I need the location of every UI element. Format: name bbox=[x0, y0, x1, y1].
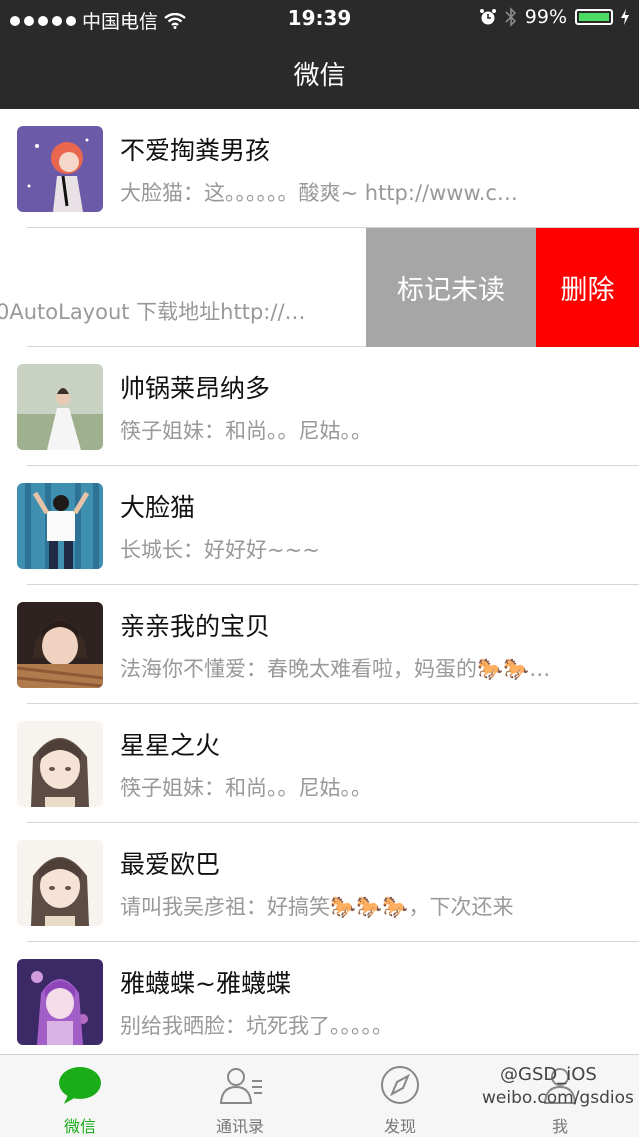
status-bar: 中国电信 19:39 99% bbox=[0, 0, 639, 38]
delete-button[interactable]: 删除 bbox=[536, 228, 639, 347]
chat-title: 最爱欧巴 bbox=[120, 850, 221, 879]
chat-title: 不爱掏粪男孩 bbox=[120, 136, 271, 165]
tab-label: 发现 bbox=[383, 1117, 416, 1136]
tab-label: 我 bbox=[551, 1117, 568, 1136]
avatar bbox=[17, 364, 103, 450]
chat-preview: 法海你不懂爱：春晚太难看啦，妈蛋的🐎🐎… bbox=[120, 657, 551, 681]
watermark-url: weibo.com/gsdios bbox=[482, 1088, 634, 1108]
chat-row[interactable]: 帅锅莱昂纳多 筷子姐妹：和尚。。尼姑。。 bbox=[0, 347, 639, 466]
chat-row[interactable]: 大脸猫 长城长：好好好~~~ bbox=[0, 466, 639, 585]
chat-preview: 筷子姐妹：和尚。。尼姑。。 bbox=[120, 776, 372, 800]
chat-preview: 大脸猫：这。。。。。。酸爽~ http://www.c… bbox=[120, 181, 518, 205]
watermark-handle: @GSD_iOS bbox=[500, 1064, 597, 1085]
charging-bolt-icon bbox=[621, 9, 629, 25]
alarm-clock-icon bbox=[479, 9, 496, 25]
compass-icon bbox=[381, 1066, 419, 1104]
chat-row-swiped[interactable]: 0AutoLayout 下载地址http://… 标记未读 删除 bbox=[0, 228, 639, 347]
chat-preview: 长城长：好好好~~~ bbox=[120, 538, 320, 562]
bluetooth-icon bbox=[505, 7, 516, 27]
chat-list[interactable]: 不爱掏粪男孩 大脸猫：这。。。。。。酸爽~ http://www.c… 0Aut… bbox=[0, 109, 639, 1054]
chat-row[interactable]: 星星之火 筷子姐妹：和尚。。尼姑。。 bbox=[0, 704, 639, 823]
avatar bbox=[17, 483, 103, 569]
avatar bbox=[17, 959, 103, 1045]
chat-title: 大脸猫 bbox=[120, 493, 196, 522]
chat-row[interactable]: 最爱欧巴 请叫我吴彦祖：好搞笑🐎🐎🐎，下次还来 bbox=[0, 823, 639, 942]
chat-title: 帅锅莱昂纳多 bbox=[120, 374, 271, 403]
tab-label: 微信 bbox=[63, 1117, 96, 1136]
chat-title: 雅蠛蝶~雅蠛蝶 bbox=[120, 969, 291, 998]
navigation-bar: 微信 bbox=[0, 38, 639, 109]
chat-bubble-icon bbox=[59, 1067, 101, 1104]
battery-icon bbox=[575, 9, 613, 25]
avatar bbox=[17, 126, 103, 212]
status-right: 99% bbox=[479, 6, 629, 28]
avatar bbox=[17, 721, 103, 807]
chat-preview: 筷子姐妹：和尚。。尼姑。。 bbox=[120, 419, 372, 443]
tab-discover[interactable]: 发现 bbox=[340, 1055, 460, 1137]
chat-preview: 0AutoLayout 下载地址http://… bbox=[0, 300, 306, 324]
tab-label: 通讯录 bbox=[215, 1117, 264, 1136]
battery-level bbox=[579, 13, 609, 21]
avatar bbox=[17, 840, 103, 926]
tab-chats[interactable]: 微信 bbox=[20, 1055, 140, 1137]
mark-unread-button[interactable]: 标记未读 bbox=[366, 228, 536, 347]
battery-percent: 99% bbox=[524, 6, 567, 28]
page-title: 微信 bbox=[293, 61, 346, 91]
chat-title: 亲亲我的宝贝 bbox=[120, 612, 271, 641]
avatar bbox=[17, 602, 103, 688]
tab-contacts[interactable]: 通讯录 bbox=[180, 1055, 300, 1137]
contacts-icon bbox=[219, 1068, 262, 1104]
chat-preview: 请叫我吴彦祖：好搞笑🐎🐎🐎，下次还来 bbox=[120, 895, 514, 919]
chat-title: 星星之火 bbox=[120, 731, 221, 760]
chat-row[interactable]: 雅蠛蝶~雅蠛蝶 别给我晒脸：坑死我了。。。。。 bbox=[0, 942, 639, 1054]
chat-preview: 别给我晒脸：坑死我了。。。。。 bbox=[120, 1014, 393, 1038]
chat-row[interactable]: 不爱掏粪男孩 大脸猫：这。。。。。。酸爽~ http://www.c… bbox=[0, 109, 639, 228]
chat-row[interactable]: 亲亲我的宝贝 法海你不懂爱：春晚太难看啦，妈蛋的🐎🐎… bbox=[0, 585, 639, 704]
